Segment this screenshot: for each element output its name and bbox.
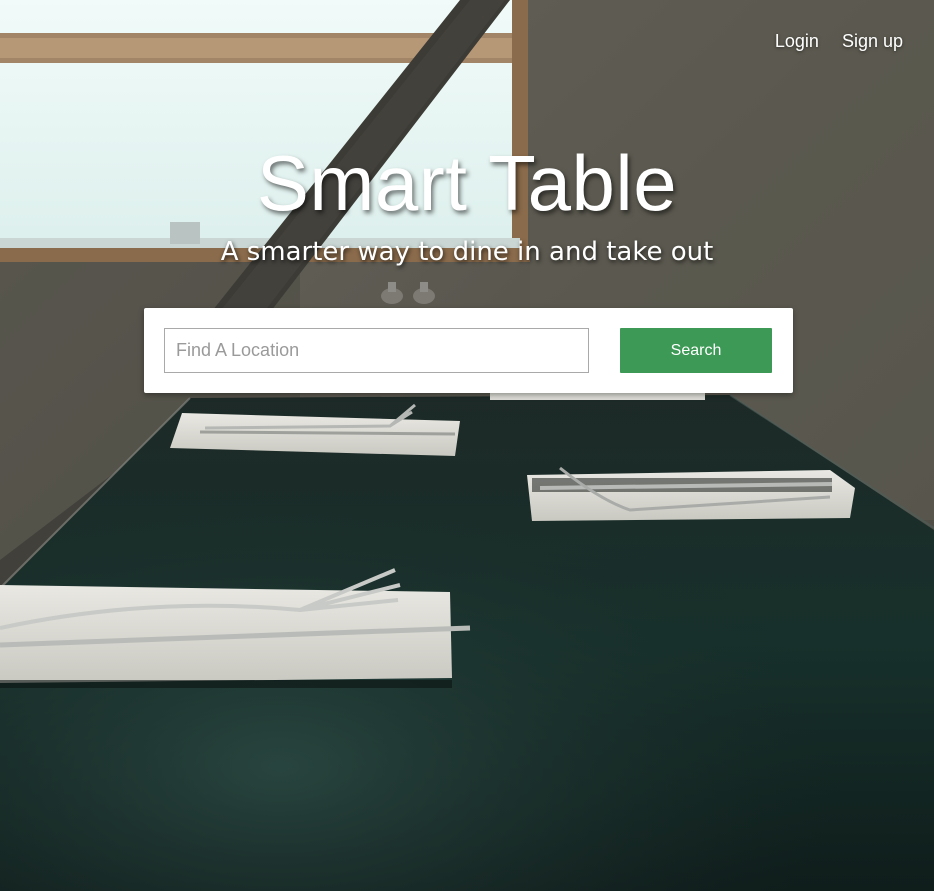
search-button[interactable]: Search <box>620 328 772 373</box>
hero-background-image <box>0 0 934 891</box>
top-nav: Login Sign up <box>775 31 903 52</box>
search-panel: Search <box>144 308 793 393</box>
signup-link[interactable]: Sign up <box>842 31 903 52</box>
page-title: Smart Table <box>256 139 678 227</box>
hero-section: Login Sign up Smart Table A smarter way … <box>0 0 934 891</box>
login-link[interactable]: Login <box>775 31 819 52</box>
location-search-input[interactable] <box>164 328 589 373</box>
tagline: A smarter way to dine in and take out <box>220 237 714 267</box>
